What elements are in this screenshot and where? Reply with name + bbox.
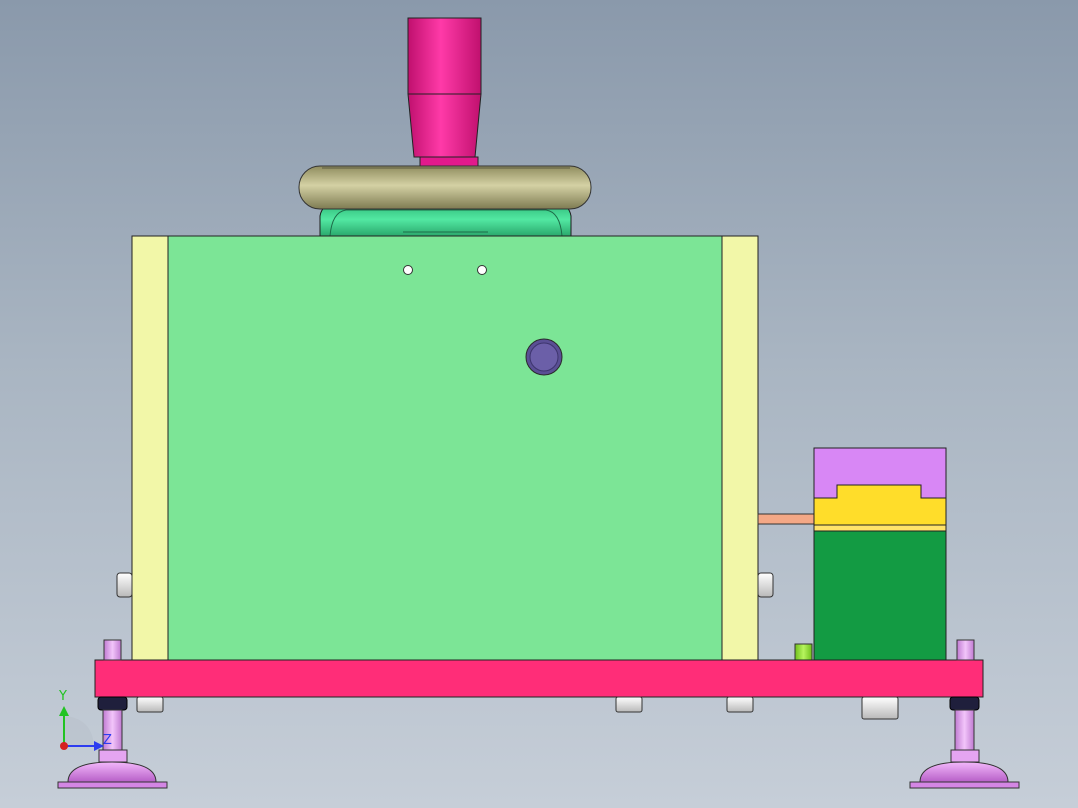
triad-z-label: Z <box>103 733 112 748</box>
connector-rod[interactable] <box>757 513 815 525</box>
ejector-hole-right <box>477 265 487 275</box>
locating-ring[interactable] <box>298 165 592 210</box>
support-stud[interactable] <box>136 696 164 713</box>
leveling-post-left-top[interactable] <box>103 639 122 661</box>
cad-viewport[interactable]: Y Z <box>0 0 1078 808</box>
mold-plate[interactable] <box>167 235 723 661</box>
support-stud[interactable] <box>726 696 754 713</box>
side-pin-right[interactable] <box>757 572 774 598</box>
right-clamp-plate[interactable] <box>721 235 759 661</box>
side-pin-left[interactable] <box>116 572 133 598</box>
support-stud[interactable] <box>861 696 899 720</box>
base-plate[interactable] <box>94 659 984 698</box>
mold-assembly-model[interactable] <box>0 0 1078 808</box>
ejector-hole-left <box>403 265 413 275</box>
y-axis-arrow <box>59 706 69 716</box>
sprue-bushing[interactable] <box>407 17 482 167</box>
leveling-foot-right[interactable] <box>909 696 1020 789</box>
hydraulic-cylinder[interactable] <box>813 447 947 661</box>
triad-arc <box>64 716 94 746</box>
x-axis-dot <box>60 742 68 750</box>
left-clamp-plate[interactable] <box>131 235 169 661</box>
green-pin[interactable] <box>794 643 813 661</box>
coordinate-triad <box>59 706 104 751</box>
support-stud[interactable] <box>615 696 643 713</box>
leveling-post-right-top[interactable] <box>956 639 975 661</box>
triad-y-label: Y <box>59 689 67 704</box>
